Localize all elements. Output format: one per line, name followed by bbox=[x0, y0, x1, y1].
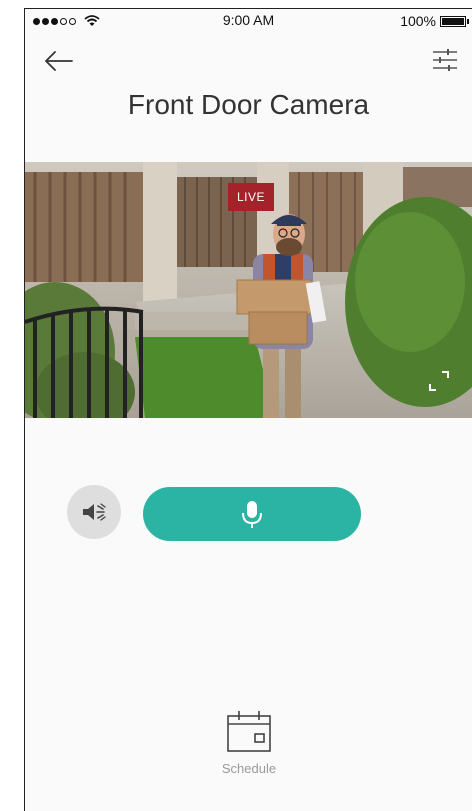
back-button[interactable] bbox=[43, 49, 75, 73]
speaker-muted-icon bbox=[83, 503, 106, 521]
page-title: Front Door Camera bbox=[127, 89, 370, 120]
calendar-icon bbox=[227, 711, 271, 752]
schedule-button[interactable]: Schedule bbox=[199, 709, 299, 789]
battery-indicator: 100% bbox=[400, 13, 469, 29]
expand-icon bbox=[429, 371, 449, 391]
battery-icon bbox=[440, 15, 469, 27]
live-badge: LIVE bbox=[228, 183, 274, 211]
status-bar: 9:00 AM 100% bbox=[25, 9, 472, 35]
talk-button[interactable] bbox=[143, 487, 361, 541]
mute-button[interactable] bbox=[67, 485, 121, 539]
battery-percent: 100% bbox=[400, 13, 436, 29]
fullscreen-button[interactable] bbox=[427, 369, 451, 393]
arrow-left-icon bbox=[45, 51, 73, 71]
settings-button[interactable] bbox=[430, 47, 460, 73]
schedule-label: Schedule bbox=[221, 761, 277, 776]
microphone-icon bbox=[242, 501, 262, 528]
phone-screen: 9:00 AM 100% Front Door Camera LIVE Sche… bbox=[24, 8, 472, 811]
sliders-icon bbox=[433, 49, 457, 71]
